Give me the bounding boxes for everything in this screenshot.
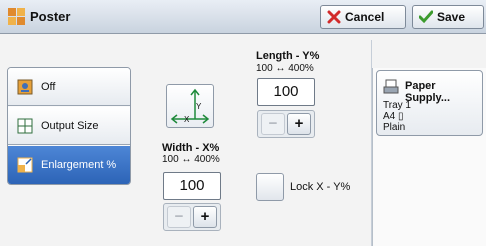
enlargement-icon <box>17 157 33 173</box>
length-stepper: − + <box>257 110 315 138</box>
length-label: Length - Y% <box>256 50 320 62</box>
poster-icon <box>8 8 25 25</box>
save-button[interactable]: Save <box>412 5 484 29</box>
option-output-size[interactable]: Output Size <box>8 107 130 145</box>
paper-type: Plain <box>383 122 406 133</box>
width-stepper: − + <box>163 203 221 231</box>
length-increase-button[interactable]: + <box>287 113 311 135</box>
option-output-size-label: Output Size <box>41 120 99 132</box>
lock-xy-label: Lock X - Y% <box>290 181 351 193</box>
width-label: Width - X% <box>162 142 220 154</box>
width-value-field[interactable]: 100 <box>163 172 221 200</box>
paper-size: A4 ▯ <box>383 111 404 122</box>
option-off-label: Off <box>41 81 56 93</box>
lock-xy-checkbox[interactable] <box>256 173 284 201</box>
paper-tray: Tray 1 <box>383 100 411 111</box>
option-off[interactable]: Off <box>8 68 130 106</box>
xy-diagram: Y X <box>166 84 214 128</box>
paper-supply-panel: Paper Supply... Tray 1 A4 ▯ Plain <box>372 68 486 246</box>
checkmark-icon <box>419 10 433 24</box>
output-size-icon <box>17 118 33 134</box>
length-range: 100 ↔ 400% <box>256 63 314 74</box>
paper-tray-icon <box>383 79 399 94</box>
poster-options-list: Off Output Size Enlargement % <box>7 67 131 185</box>
save-label: Save <box>437 10 466 24</box>
width-range: 100 ↔ 400% <box>162 154 220 165</box>
cancel-label: Cancel <box>345 10 385 24</box>
cancel-button[interactable]: Cancel <box>320 5 406 29</box>
svg-text:Y: Y <box>196 102 202 111</box>
paper-supply-button[interactable]: Paper Supply... Tray 1 A4 ▯ Plain <box>376 70 483 136</box>
paper-supply-label: Paper Supply... <box>405 80 451 104</box>
width-increase-button[interactable]: + <box>193 206 217 228</box>
xy-axes-icon: Y X <box>170 88 210 124</box>
option-enlargement-label: Enlargement % <box>41 159 117 171</box>
svg-text:X: X <box>184 115 190 124</box>
close-icon <box>327 10 341 24</box>
length-decrease-button[interactable]: − <box>261 113 285 135</box>
option-enlargement[interactable]: Enlargement % <box>8 146 130 184</box>
title-bar: Poster Cancel Save <box>0 0 486 34</box>
off-icon <box>17 79 33 95</box>
length-value-field[interactable]: 100 <box>257 78 315 106</box>
page-title: Poster <box>30 9 71 24</box>
width-decrease-button[interactable]: − <box>167 206 191 228</box>
